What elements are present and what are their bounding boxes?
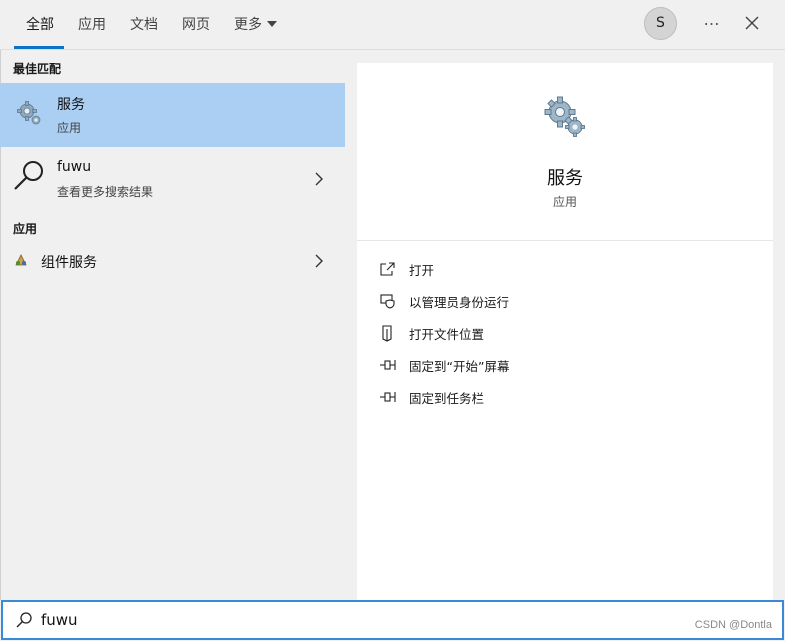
tab-all[interactable]: 全部 xyxy=(26,14,54,34)
component-services-icon xyxy=(15,254,27,266)
action-label: 固定到任务栏 xyxy=(409,391,485,406)
details-subtitle: 应用 xyxy=(552,195,577,209)
apps-heading: 应用 xyxy=(13,222,38,236)
file-location-icon xyxy=(382,325,392,342)
tab-web[interactable]: 网页 xyxy=(182,14,210,34)
watermark: CSDN @Dontla xyxy=(694,619,772,631)
chevron-right-icon[interactable] xyxy=(314,254,324,268)
action-label: 固定到“开始”屏幕 xyxy=(409,359,510,374)
action-run-as-admin[interactable]: 以管理员身份运行 xyxy=(379,290,759,312)
tab-more[interactable]: 更多 xyxy=(234,14,277,34)
action-open[interactable]: 打开 xyxy=(379,258,759,280)
list-item[interactable]: 组件服务 xyxy=(0,248,345,276)
action-label: 以管理员身份运行 xyxy=(409,295,510,310)
close-icon xyxy=(745,16,759,30)
services-gear-icon xyxy=(17,101,41,125)
details-title: 服务 xyxy=(547,168,583,189)
chevron-down-icon xyxy=(267,21,277,27)
tab-more-label: 更多 xyxy=(234,17,262,33)
more-options-button[interactable]: … xyxy=(700,10,724,34)
details-header: 服务 应用 xyxy=(357,63,773,241)
tab-apps[interactable]: 应用 xyxy=(78,14,106,34)
web-search-result[interactable]: fuwu 查看更多搜索结果 xyxy=(0,150,345,210)
best-match-result[interactable]: 服务 应用 xyxy=(0,83,345,147)
action-pin-to-taskbar[interactable]: 固定到任务栏 xyxy=(379,386,759,408)
web-search-query: fuwu xyxy=(57,159,92,175)
search-icon xyxy=(16,612,32,628)
close-button[interactable] xyxy=(741,12,763,34)
best-match-heading: 最佳匹配 xyxy=(13,62,62,76)
details-panel: 服务 应用 打开 以管理员身份运行 打开文件位置 固定到“开始”屏幕 固定到任务… xyxy=(357,63,773,600)
services-gear-icon xyxy=(544,96,585,137)
best-match-title: 服务 xyxy=(57,97,85,113)
chevron-right-icon[interactable] xyxy=(314,172,324,186)
list-item-label: 组件服务 xyxy=(41,255,97,271)
action-label: 打开文件位置 xyxy=(409,327,485,342)
search-box[interactable] xyxy=(1,600,784,640)
open-icon xyxy=(380,262,395,276)
action-open-file-location[interactable]: 打开文件位置 xyxy=(379,322,759,344)
search-icon xyxy=(14,161,43,190)
search-tabs-bar: 全部 应用 文档 网页 更多 S … xyxy=(0,0,785,50)
action-pin-to-start[interactable]: 固定到“开始”屏幕 xyxy=(379,354,759,376)
account-avatar[interactable]: S xyxy=(644,7,677,40)
best-match-subtitle: 应用 xyxy=(57,121,82,135)
web-search-subtitle: 查看更多搜索结果 xyxy=(57,185,154,199)
tab-documents[interactable]: 文档 xyxy=(130,14,158,34)
pin-icon xyxy=(380,360,396,370)
action-label: 打开 xyxy=(409,263,435,278)
pin-icon xyxy=(380,392,396,402)
active-tab-indicator xyxy=(14,46,64,49)
search-input[interactable] xyxy=(41,608,541,632)
shield-icon xyxy=(380,294,395,309)
